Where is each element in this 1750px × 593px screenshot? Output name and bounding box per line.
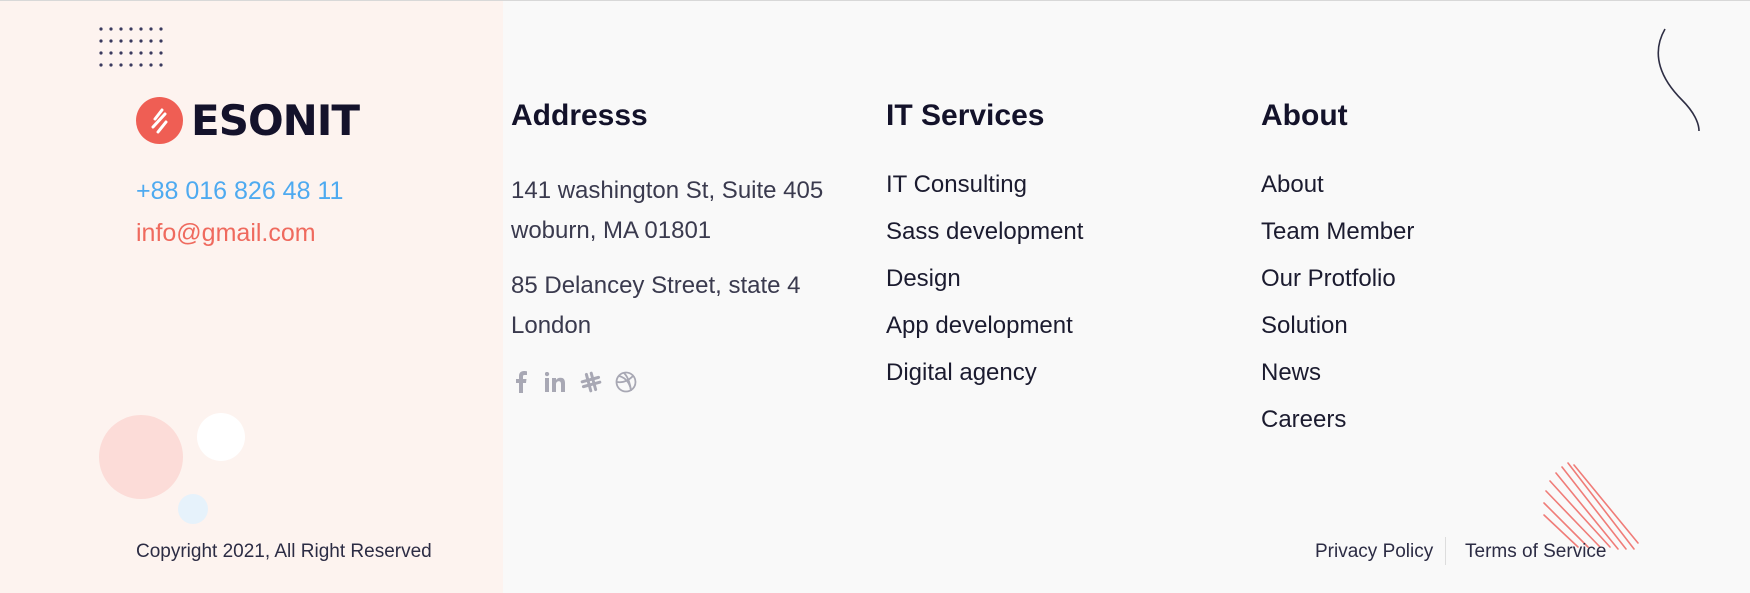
- services-list: IT Consulting Sass development Design Ap…: [886, 171, 1083, 406]
- service-link[interactable]: IT Consulting: [886, 171, 1027, 198]
- list-item[interactable]: App development: [886, 312, 1083, 359]
- list-item[interactable]: IT Consulting: [886, 171, 1083, 218]
- terms-of-service-link[interactable]: Terms of Service: [1465, 541, 1606, 563]
- hatch-decoration: [1543, 462, 1639, 550]
- about-title: About: [1261, 99, 1348, 132]
- social-links: [510, 371, 650, 393]
- logo-icon: [136, 97, 183, 144]
- phone-link[interactable]: +88 016 826 48 11: [136, 177, 343, 206]
- list-item[interactable]: Team Member: [1261, 218, 1414, 265]
- slack-icon[interactable]: [580, 371, 602, 393]
- list-item[interactable]: About: [1261, 171, 1414, 218]
- list-item[interactable]: Design: [886, 265, 1083, 312]
- privacy-policy-link[interactable]: Privacy Policy: [1315, 541, 1433, 563]
- address-line: woburn, MA 01801: [511, 217, 712, 244]
- list-item[interactable]: Digital agency: [886, 359, 1083, 406]
- divider: [1445, 537, 1446, 565]
- service-link[interactable]: Digital agency: [886, 359, 1037, 386]
- about-link[interactable]: Our Protfolio: [1261, 265, 1396, 292]
- dribbble-icon[interactable]: [615, 371, 637, 393]
- about-link[interactable]: About: [1261, 171, 1324, 198]
- facebook-icon[interactable]: [510, 371, 532, 393]
- address-title: Addresss: [511, 99, 648, 132]
- list-item[interactable]: Solution: [1261, 312, 1414, 359]
- address-line: London: [511, 312, 592, 339]
- about-link[interactable]: Careers: [1261, 406, 1346, 433]
- about-link[interactable]: News: [1261, 359, 1321, 386]
- list-item[interactable]: Careers: [1261, 406, 1414, 453]
- brand-name: ESONIT: [191, 96, 360, 145]
- squiggle-decoration: [1657, 28, 1700, 132]
- about-link[interactable]: Solution: [1261, 312, 1348, 339]
- circle-decoration: [99, 415, 183, 499]
- service-link[interactable]: App development: [886, 312, 1073, 339]
- address-line: 141 washington St, Suite 405: [511, 177, 824, 204]
- services-title: IT Services: [886, 99, 1045, 132]
- about-link[interactable]: Team Member: [1261, 218, 1414, 245]
- linkedin-icon[interactable]: [545, 371, 567, 393]
- brand-logo[interactable]: ESONIT: [136, 96, 360, 145]
- brand-panel: ESONIT +88 016 826 48 11 info@gmail.com …: [0, 1, 503, 593]
- service-link[interactable]: Design: [886, 265, 961, 292]
- site-footer: ESONIT +88 016 826 48 11 info@gmail.com …: [0, 0, 1750, 593]
- dot-grid-decoration: [99, 27, 163, 67]
- list-item[interactable]: Sass development: [886, 218, 1083, 265]
- list-item[interactable]: News: [1261, 359, 1414, 406]
- service-link[interactable]: Sass development: [886, 218, 1083, 245]
- about-list: About Team Member Our Protfolio Solution…: [1261, 171, 1414, 453]
- address-line: 85 Delancey Street, state 4: [511, 272, 801, 299]
- circle-decoration: [178, 494, 208, 524]
- email-link[interactable]: info@gmail.com: [136, 219, 316, 248]
- list-item[interactable]: Our Protfolio: [1261, 265, 1414, 312]
- copyright-text: Copyright 2021, All Right Reserved: [136, 541, 432, 562]
- circle-decoration: [197, 413, 245, 461]
